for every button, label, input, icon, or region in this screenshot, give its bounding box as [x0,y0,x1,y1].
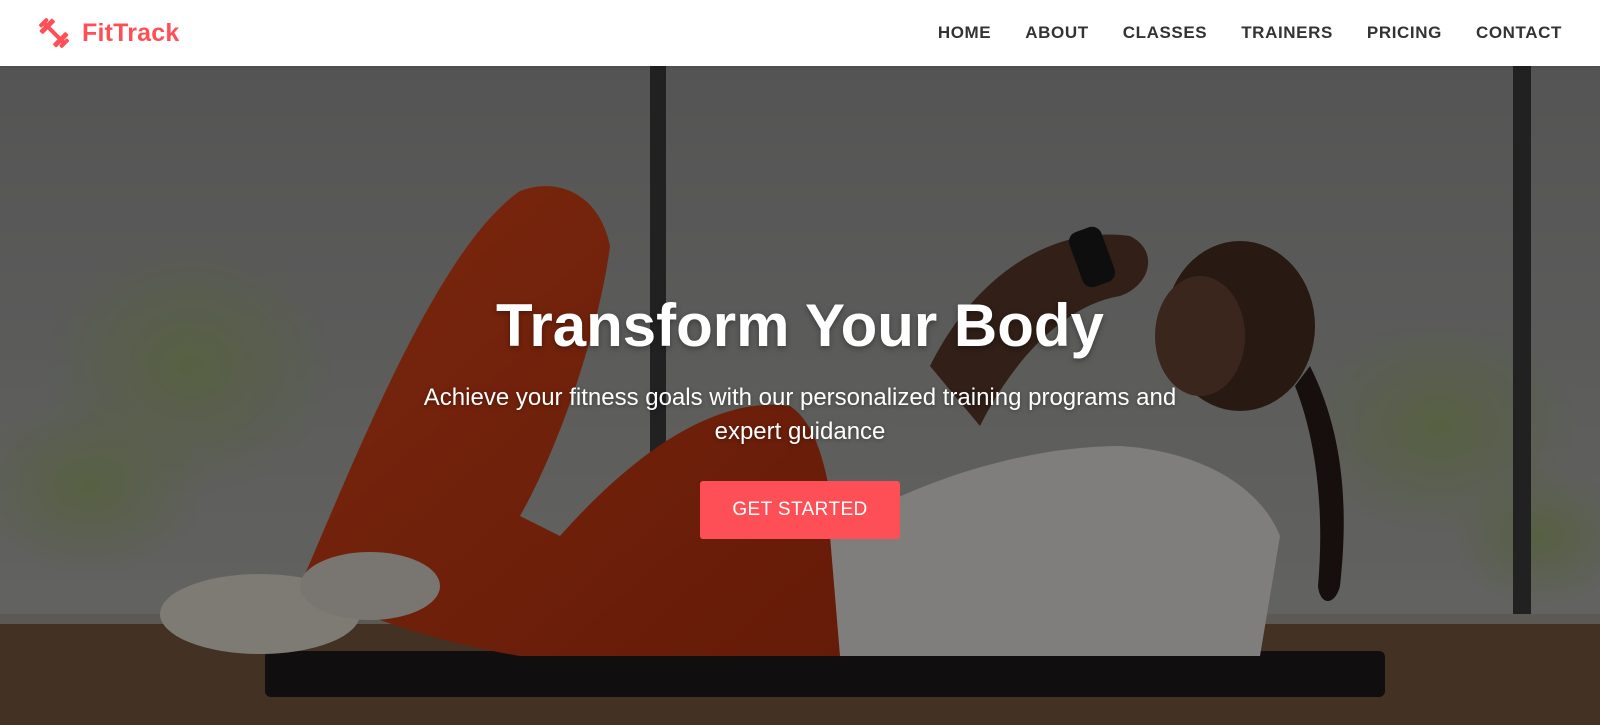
hero-section: Transform Your Body Achieve your fitness… [0,66,1600,725]
hero-subtitle: Achieve your fitness goals with our pers… [423,384,1177,445]
hero-title: Transform Your Body [496,292,1104,359]
brand-name: FitTrack [82,18,180,47]
site-header: FitTrack HOME ABOUT CLASSES TRAINERS PRI… [0,0,1600,66]
nav-link-classes[interactable]: CLASSES [1123,23,1208,43]
nav-link-about[interactable]: ABOUT [1025,23,1088,43]
get-started-button[interactable]: GET STARTED [700,481,900,539]
nav-link-contact[interactable]: CONTACT [1476,23,1562,43]
nav-link-home[interactable]: HOME [938,23,991,43]
nav-link-trainers[interactable]: TRAINERS [1241,23,1333,43]
main-nav: HOME ABOUT CLASSES TRAINERS PRICING CONT… [938,0,1562,66]
brand-logo-link[interactable]: FitTrack [36,14,179,52]
hero-content: Transform Your Body Achieve your fitness… [0,294,1600,539]
dumbbell-icon [39,18,69,48]
nav-link-pricing[interactable]: PRICING [1367,23,1442,43]
